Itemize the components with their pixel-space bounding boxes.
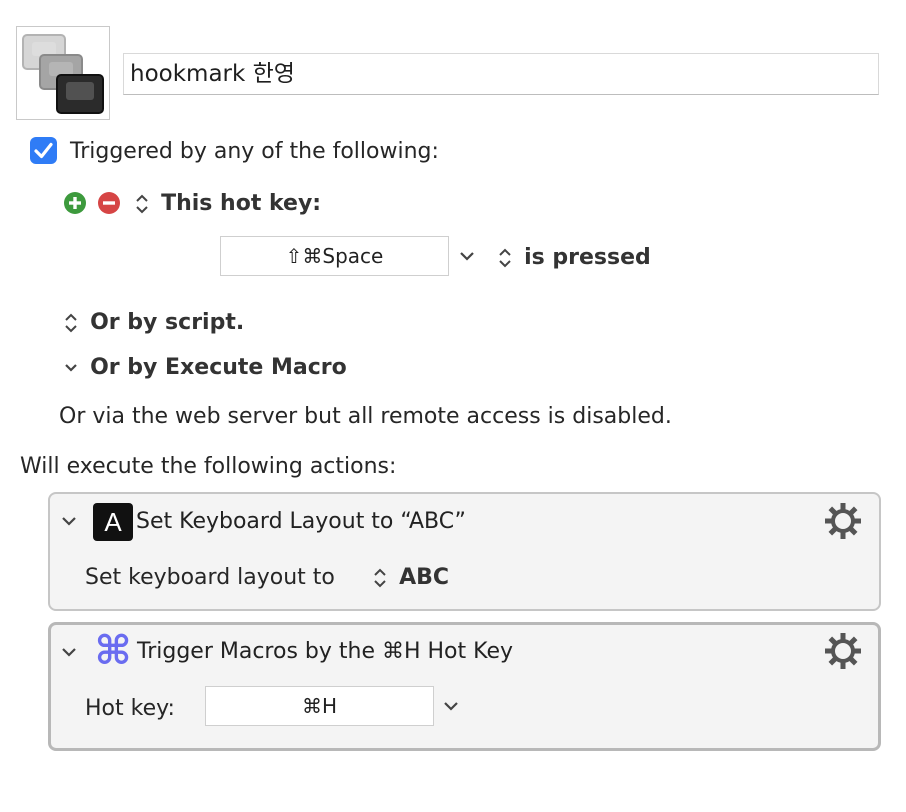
pressed-popup[interactable]: is pressed <box>497 244 651 272</box>
updown-arrows-icon <box>65 313 77 333</box>
updown-arrows-icon <box>374 568 386 588</box>
gear-icon[interactable] <box>822 630 864 672</box>
hotkey-trigger-type-popup[interactable]: This hot key: <box>134 190 321 218</box>
actions-header: Will execute the following actions: <box>20 454 397 479</box>
action-title: Trigger Macros by the ⌘H Hot Key <box>137 639 514 664</box>
command-icon: ⌘ <box>94 628 132 674</box>
letter-a-icon: A <box>93 503 133 541</box>
checkmark-icon <box>34 142 53 159</box>
chevron-down-icon[interactable] <box>60 514 78 528</box>
or-by-execute-macro-disclosure[interactable]: Or by Execute Macro <box>63 354 347 382</box>
macro-icon-well[interactable] <box>16 26 110 120</box>
remove-icon[interactable] <box>97 191 121 215</box>
or-by-script-popup[interactable]: Or by script. <box>63 309 244 337</box>
keyboard-layout-value: ABC <box>399 565 450 590</box>
triggered-label: Triggered by any of the following: <box>70 139 439 164</box>
macro-name-field[interactable]: hookmark 한영 <box>123 53 879 95</box>
layout-field-label: Set keyboard layout to <box>85 565 335 590</box>
gear-icon[interactable] <box>822 500 864 542</box>
updown-arrows-icon <box>499 248 511 268</box>
triggered-checkbox[interactable] <box>30 137 57 164</box>
add-icon[interactable] <box>63 191 87 215</box>
hotkey-trigger-label: This hot key: <box>161 191 322 216</box>
web-server-note: Or via the web server but all remote acc… <box>59 404 672 429</box>
hotkey-field-label: Hot key: <box>85 696 175 721</box>
keyboard-layout-popup[interactable]: ABC <box>372 564 449 592</box>
action-trigger-macros-hotkey[interactable]: ⌘ Trigger Macros by the ⌘H Hot Key Hot k… <box>48 622 881 751</box>
chevron-down-icon[interactable] <box>458 249 476 263</box>
action-hotkey-field[interactable]: ⌘H <box>205 686 434 726</box>
updown-arrows-icon <box>136 194 148 214</box>
chevron-down-icon[interactable] <box>60 645 78 659</box>
pressed-label: is pressed <box>524 245 651 270</box>
hotkey-field[interactable]: ⇧⌘Space <box>220 236 449 276</box>
keyboard-stack-icon <box>17 27 109 119</box>
chevron-down-icon[interactable] <box>442 699 460 713</box>
or-by-script-label: Or by script. <box>90 310 245 335</box>
action-set-keyboard-layout[interactable]: A Set Keyboard Layout to “ABC” Set keybo… <box>48 492 881 611</box>
or-by-execute-macro-label: Or by Execute Macro <box>90 355 347 380</box>
chevron-down-icon <box>65 364 77 372</box>
action-title: Set Keyboard Layout to “ABC” <box>136 509 466 534</box>
